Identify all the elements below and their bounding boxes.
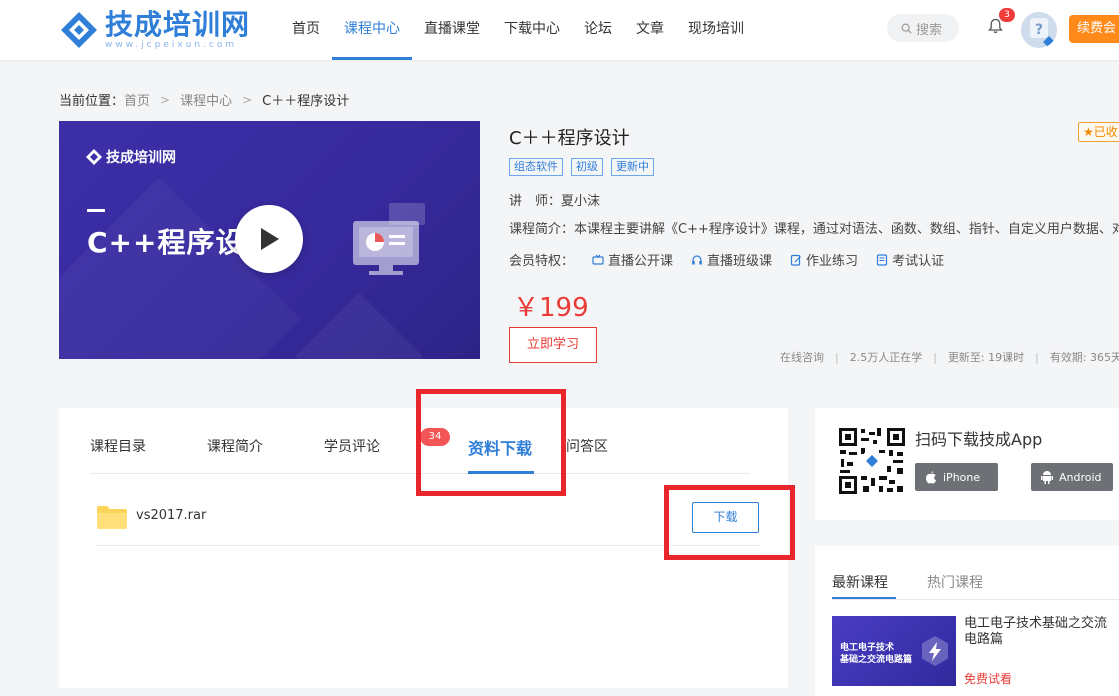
privilege-live-class[interactable]: 直播班级课 xyxy=(691,250,772,269)
course-recommendation-card: 最新课程 热门课程 电工电子技术 基础之交流电路篇 电工电子技术基础之交流电路篇… xyxy=(815,546,1119,696)
privilege-exam[interactable]: 考试认证 xyxy=(876,250,944,269)
banner-dash xyxy=(87,209,105,212)
app-download-card: 扫码下载技成App iPhone Android xyxy=(815,408,1119,520)
breadcrumb-course-center[interactable]: 课程中心 xyxy=(180,90,232,109)
tab-latest-courses[interactable]: 最新课程 xyxy=(832,572,888,592)
privilege-live-public[interactable]: 直播公开课 xyxy=(592,250,673,269)
intro-line: 课程简介：本课程主要讲解《C++程序设计》课程，通过对语法、函数、数组、指针、自… xyxy=(509,218,1119,237)
breadcrumb: 当前位置： 首页 > 课程中心 > C＋＋程序设计 xyxy=(59,90,350,110)
qr-code-icon xyxy=(837,426,907,496)
android-icon xyxy=(1041,471,1053,484)
top-header: 技成培训网 www.jcpeixun.com 首页 课程中心 直播课堂 下载中心… xyxy=(0,0,1119,60)
headset-icon xyxy=(692,254,702,264)
intro-text: 本课程主要讲解《C++程序设计》课程，通过对语法、函数、数组、指针、自定义用户数… xyxy=(574,222,1119,237)
renew-membership-button[interactable]: 续费会 xyxy=(1069,15,1119,43)
intro-label: 课程简介： xyxy=(509,222,575,237)
highlight-box-downloads-tab xyxy=(416,389,566,496)
breadcrumb-current: C＋＋程序设计 xyxy=(262,94,350,109)
file-name[interactable]: vs2017.rar xyxy=(136,508,206,523)
file-list-item: vs2017.rar 下载 xyxy=(96,498,760,546)
teacher-name: 夏小沫 xyxy=(561,194,601,209)
apple-icon xyxy=(926,471,936,484)
privileges-label: 会员特权： xyxy=(509,254,575,269)
android-download-button[interactable]: Android xyxy=(1031,463,1113,491)
diamond-logo-icon xyxy=(86,149,102,165)
breadcrumb-prefix: 当前位置： xyxy=(59,94,125,109)
tag-level[interactable]: 初级 xyxy=(571,158,603,176)
certificate-icon xyxy=(876,253,888,266)
privilege-homework[interactable]: 作业练习 xyxy=(790,250,858,269)
validity-period: 有效期: 365天 xyxy=(1049,351,1119,364)
main-nav: 首页 课程中心 直播课堂 下载中心 论坛 文章 现场培训 xyxy=(280,0,756,60)
nav-home[interactable]: 首页 xyxy=(280,0,332,60)
notification-count-badge: 3 xyxy=(999,8,1015,22)
learners-count: 2.5万人正在学 xyxy=(849,351,923,364)
online-consult-link[interactable]: 在线咨询 xyxy=(780,351,824,364)
play-icon xyxy=(261,228,279,250)
ios-download-button[interactable]: iPhone xyxy=(915,463,998,491)
course-name-link[interactable]: 电工电子技术基础之交流电路篇 xyxy=(964,616,1114,648)
favorite-button[interactable]: ★已收 xyxy=(1078,122,1119,142)
course-stats: 在线咨询 | 2.5万人正在学 | 更新至: 19课时 | 有效期: 365天 xyxy=(780,349,1119,365)
tab-qa[interactable]: 问答区 xyxy=(566,436,608,456)
active-tab-indicator xyxy=(832,597,896,599)
svg-text:?: ? xyxy=(1035,22,1043,38)
nav-course-center[interactable]: 课程中心 xyxy=(332,0,412,60)
recommendation-tabs: 最新课程 热门课程 xyxy=(832,572,1119,600)
chevron-right-icon: > xyxy=(160,92,171,107)
nav-forum[interactable]: 论坛 xyxy=(572,0,624,60)
star-icon: ★ xyxy=(1083,125,1094,139)
search-box[interactable]: 搜索 xyxy=(887,14,959,42)
logo-url: www.jcpeixun.com xyxy=(105,40,238,50)
play-button[interactable] xyxy=(235,205,303,273)
highlight-box-download-button xyxy=(664,485,795,560)
monitor-illustration-icon xyxy=(353,203,425,275)
update-status: 更新至: 19课时 xyxy=(947,351,1025,364)
tv-icon xyxy=(592,254,604,265)
avatar-placeholder-icon: ? xyxy=(1021,12,1057,48)
logo-text: 技成培训网 xyxy=(105,8,251,41)
hexagon-bolt-icon xyxy=(922,636,948,666)
course-price: ￥199 xyxy=(513,293,589,323)
course-cover-video[interactable]: 技成培训网 C++程序设 xyxy=(59,121,480,359)
teacher-line: 讲 师：夏小沫 xyxy=(509,190,600,209)
site-logo[interactable]: 技成培训网 www.jcpeixun.com xyxy=(59,8,250,52)
free-trial-label: 免费试看 xyxy=(964,672,1013,686)
chevron-right-icon: > xyxy=(242,92,253,107)
member-privileges: 会员特权： 直播公开课 直播班级课 作业练习 考试认证 xyxy=(509,250,944,269)
tag-category[interactable]: 组态软件 xyxy=(509,158,563,176)
search-placeholder: 搜索 xyxy=(916,22,943,38)
nav-articles[interactable]: 文章 xyxy=(624,0,676,60)
tab-intro[interactable]: 课程简介 xyxy=(207,436,263,456)
edit-doc-icon xyxy=(790,254,801,266)
breadcrumb-home[interactable]: 首页 xyxy=(124,90,150,109)
course-tags: 组态软件 初级 更新中 xyxy=(509,158,662,176)
tab-reviews[interactable]: 学员评论 xyxy=(324,436,380,456)
folder-icon xyxy=(97,506,127,529)
nav-onsite-training[interactable]: 现场培训 xyxy=(676,0,756,60)
decorative-shape xyxy=(295,292,423,359)
start-learning-button[interactable]: 立即学习 xyxy=(509,327,597,363)
tag-status: 更新中 xyxy=(611,158,654,176)
banner-logo: 技成培训网 xyxy=(85,147,176,167)
banner-title: C++程序设 xyxy=(87,226,245,259)
course-thumbnail[interactable]: 电工电子技术 基础之交流电路篇 xyxy=(832,616,956,686)
thumbnail-title: 电工电子技术 基础之交流电路篇 xyxy=(840,643,913,665)
tab-hot-courses[interactable]: 热门课程 xyxy=(927,572,983,592)
nav-live[interactable]: 直播课堂 xyxy=(412,0,492,60)
tab-catalog[interactable]: 课程目录 xyxy=(90,436,146,456)
user-avatar[interactable]: ? xyxy=(1021,12,1057,48)
course-title: C＋＋程序设计 xyxy=(509,128,630,149)
diamond-logo-icon xyxy=(61,12,97,48)
teacher-label: 讲 师： xyxy=(509,194,562,209)
nav-download[interactable]: 下载中心 xyxy=(492,0,572,60)
app-download-title: 扫码下载技成App xyxy=(915,430,1043,449)
search-icon xyxy=(901,23,912,34)
